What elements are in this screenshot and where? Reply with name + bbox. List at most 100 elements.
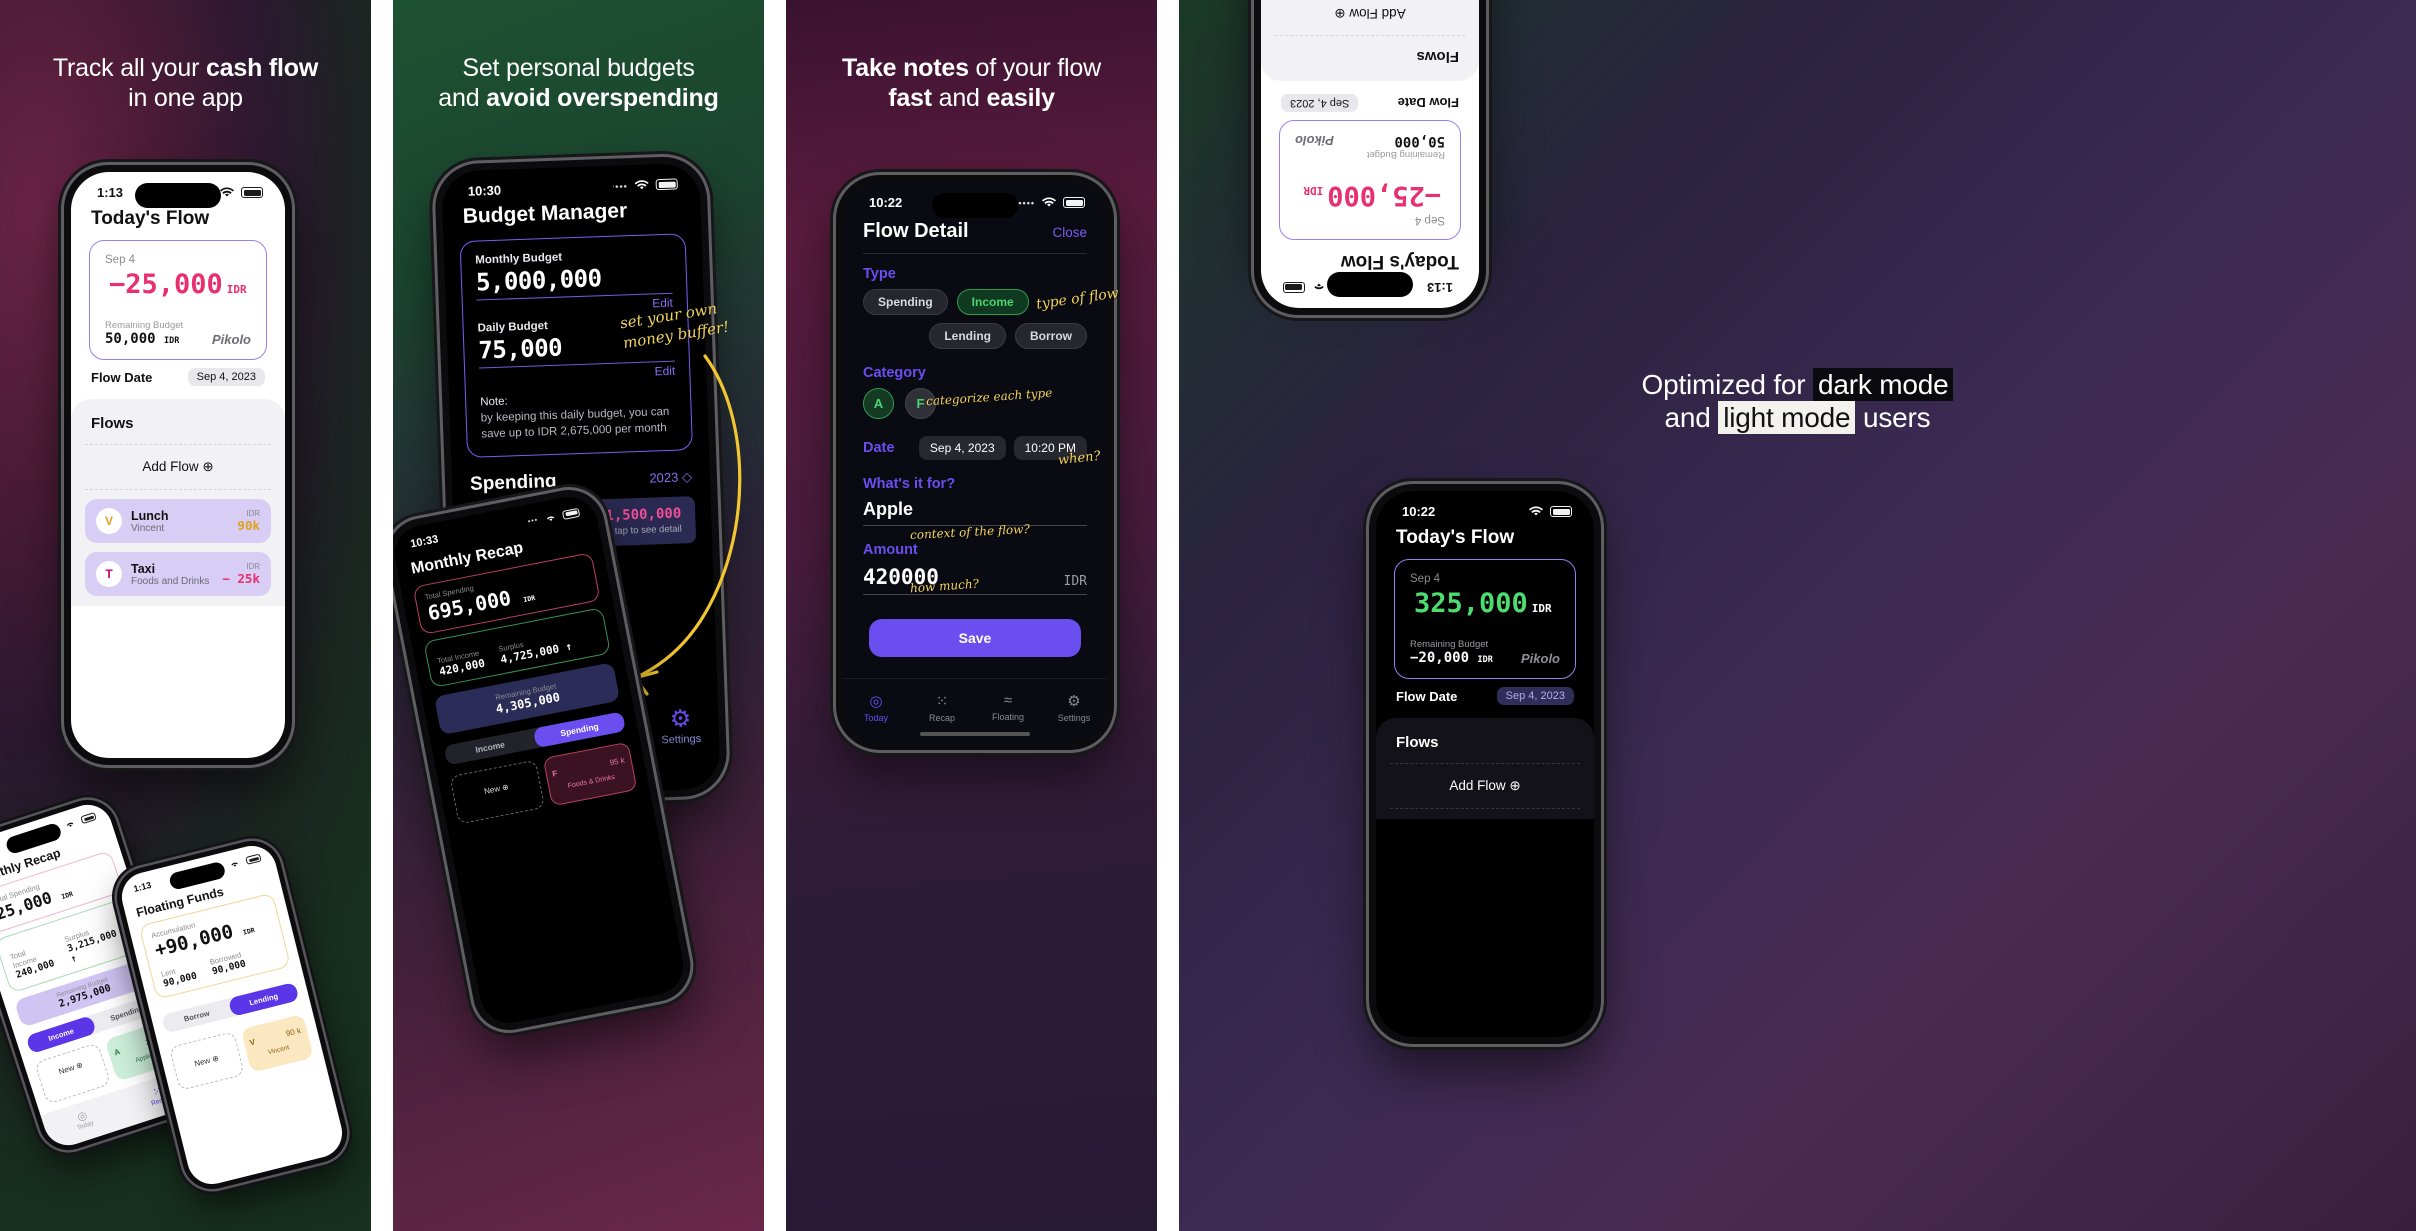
close-button[interactable]: Close — [1052, 225, 1087, 240]
flow-date-value[interactable]: Sep 4, 2023 — [187, 368, 265, 386]
category-label: Category — [863, 365, 926, 381]
spending-header: Spending — [469, 470, 557, 495]
type-option-borrow[interactable]: Borrow — [1015, 323, 1087, 349]
flow-date-value[interactable]: Sep 4, 2023 — [1281, 94, 1359, 112]
date-value[interactable]: Sep 4, 2023 — [918, 436, 1006, 460]
type-options-row2[interactable]: Lending Borrow — [843, 323, 1107, 349]
flow-date-row[interactable]: Flow Date Sep 4, 2023 — [1261, 90, 1479, 120]
list-item-value: 90k — [237, 518, 260, 533]
flow-date-row[interactable]: Flow Date Sep 4, 2023 — [1376, 679, 1594, 709]
tab-today[interactable]: ◎ Today — [43, 1098, 124, 1141]
home-indicator — [920, 732, 1030, 736]
card-amount-value: 325,000 — [1414, 588, 1528, 619]
battery-icon — [241, 187, 263, 198]
amount-label: Amount — [863, 542, 918, 558]
remaining-value: −20,000 — [1410, 650, 1470, 666]
tile-value: 90 k — [284, 1025, 302, 1039]
headline-plain: Track all your — [52, 54, 206, 82]
tab-today-label: Today — [863, 713, 889, 723]
flows-header: Flows — [91, 415, 134, 432]
list-item-currency: IDR — [246, 509, 260, 518]
year-selector[interactable]: 2023 ◇ — [649, 469, 692, 486]
currency: IDR — [60, 889, 75, 902]
dynamic-island — [1442, 502, 1528, 527]
card-currency: IDR — [1303, 184, 1324, 197]
today-light-screen: 1:13 •••• Today's Flow Sep 4 −25,000IDR … — [71, 172, 285, 758]
year-label: 2023 — [649, 469, 679, 486]
recap-icon: ⁙ — [935, 693, 949, 710]
category-tile[interactable]: F 95 k Foods & Drinks — [542, 741, 638, 807]
remaining-budget-value: 50,000 IDR — [105, 331, 183, 347]
headline-plain: of your flow — [968, 54, 1102, 82]
card-amount: −25,000IDR — [1295, 180, 1445, 211]
remaining-budget-label: Remaining Budget — [105, 320, 184, 331]
settings-shortcut[interactable]: ⚙ Settings — [660, 704, 701, 746]
battery-icon — [1283, 282, 1305, 293]
note-text: by keeping this daily budget, you can sa… — [480, 405, 670, 440]
type-option-income[interactable]: Income — [956, 289, 1029, 315]
plus-circle-icon: ⊕ — [74, 1060, 84, 1071]
avatar: T — [96, 561, 122, 587]
tab-recap-label: Recap — [928, 713, 955, 723]
panel-budget: Set personal budgets and avoid overspend… — [393, 0, 764, 1231]
today-summary-card[interactable]: Sep 4 −25,000IDR Remaining Budget 50,000… — [89, 240, 267, 360]
tab-recap[interactable]: ⁙ Recap — [909, 692, 975, 723]
flow-date-label: Flow Date — [1397, 95, 1459, 111]
segment-income[interactable]: Income — [444, 729, 537, 766]
tab-floating[interactable]: ≈ Floating — [975, 692, 1041, 723]
avatar: F — [551, 768, 559, 779]
flow-date-row[interactable]: Flow Date Sep 4, 2023 — [71, 360, 285, 390]
new-tile-button[interactable]: New ⊕ — [449, 759, 545, 825]
avatar: V — [248, 1037, 257, 1048]
tab-floating-label: Floating — [991, 712, 1025, 722]
waves-icon: ≈ — [1003, 692, 1013, 709]
add-flow-button[interactable]: Add Flow ⊕ — [1390, 763, 1580, 809]
segment-spending[interactable]: Spending — [532, 711, 627, 749]
tab-today[interactable]: ◎ Today — [843, 692, 909, 723]
target-icon: ◎ — [869, 693, 883, 710]
headline-l2c: users — [1855, 402, 1931, 434]
panel-notes: Take notes of your flow fast and easily … — [786, 0, 1157, 1231]
status-time: 1:13 — [1426, 280, 1453, 295]
headline-bold3: easily — [986, 83, 1055, 112]
type-option-lending[interactable]: Lending — [929, 323, 1006, 349]
headline-l1a: Optimized for — [1641, 369, 1813, 400]
dynamic-island — [527, 176, 615, 205]
card-currency: IDR — [1531, 602, 1552, 615]
phone-floating-funds-mini: 1:13 •••• Floating Funds Accumulation +9… — [110, 834, 354, 1196]
list-item[interactable]: T Taxi Foods and Drinks IDR − 25k — [85, 552, 271, 596]
type-option-spending[interactable]: Spending — [863, 289, 948, 315]
battery-icon — [1063, 197, 1085, 208]
person-tile[interactable]: V 90 k Vincent — [240, 1013, 314, 1074]
list-item-value: − 25k — [222, 571, 260, 586]
wifi-icon — [1314, 283, 1324, 290]
today-summary-card[interactable]: Sep 4 −25,000IDR Remaining Budget 50,000… — [1279, 120, 1461, 240]
list-item[interactable]: V Lunch Vincent IDR 90k — [85, 499, 271, 543]
card-currency: IDR — [226, 283, 247, 296]
purpose-value: Apple — [863, 499, 914, 519]
monthly-budget-value[interactable]: 5,000,000 — [475, 261, 673, 301]
panel-modes: Optimized for dark mode and light mode u… — [1179, 0, 2416, 1231]
add-flow-button[interactable]: Add Flow ⊕ — [1275, 0, 1465, 36]
flow-date-value[interactable]: Sep 4, 2023 — [1496, 687, 1574, 705]
avatar: V — [96, 508, 122, 534]
category-option-a[interactable]: A — [863, 388, 894, 419]
purpose-input[interactable]: Apple — [863, 499, 1087, 526]
plus-circle-icon: ⊕ — [211, 1053, 220, 1064]
tab-settings[interactable]: ⚙ Settings — [1041, 692, 1107, 723]
plus-circle-icon: ⊕ — [1334, 6, 1346, 21]
panel1-headline: Track all your cash flow in one app — [0, 54, 371, 113]
new-tile-button[interactable]: New ⊕ — [168, 1031, 245, 1091]
battery-icon — [1550, 506, 1572, 517]
segment-borrow[interactable]: Borrow — [161, 999, 233, 1034]
phone-today-light: 1:13 •••• Today's Flow Sep 4 −25,000IDR … — [64, 165, 292, 765]
save-button[interactable]: Save — [869, 619, 1081, 657]
battery-icon — [655, 178, 678, 191]
headline-mid: and — [931, 83, 987, 112]
segment-lending[interactable]: Lending — [227, 981, 300, 1017]
flow-date-label: Flow Date — [91, 369, 153, 385]
chevron-updown-icon: ◇ — [681, 469, 693, 485]
remaining-budget-value: 50,000 — [1394, 133, 1445, 149]
add-flow-button[interactable]: Add Flow ⊕ — [85, 444, 271, 490]
today-summary-card[interactable]: Sep 4 325,000 IDR Remaining Budget −20,00… — [1394, 559, 1576, 679]
